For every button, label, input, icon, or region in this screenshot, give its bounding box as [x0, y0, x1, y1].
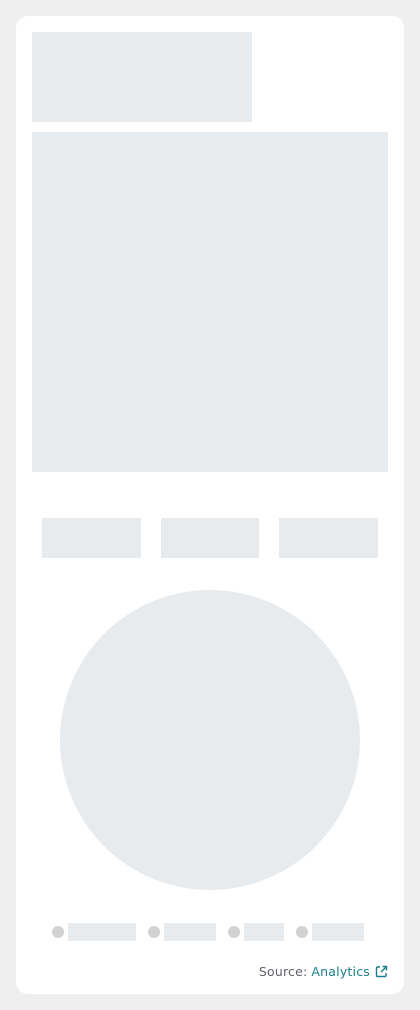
- legend-dot-skeleton: [296, 926, 308, 938]
- legend-dot-skeleton: [52, 926, 64, 938]
- source-attribution: Source: Analytics: [259, 962, 388, 980]
- legend-label-skeleton: [244, 923, 284, 941]
- source-link-text: Analytics: [311, 963, 370, 979]
- legend-dot-skeleton: [228, 926, 240, 938]
- stat-skeleton: [161, 518, 259, 558]
- stat-skeleton: [42, 518, 141, 558]
- loading-card: Source: Analytics: [16, 16, 404, 994]
- legend-dot-skeleton: [148, 926, 160, 938]
- external-link-icon: [375, 965, 388, 978]
- legend-label-skeleton: [312, 923, 364, 941]
- title-skeleton: [32, 32, 252, 122]
- legend-label-skeleton: [164, 923, 216, 941]
- source-link[interactable]: Analytics: [311, 964, 388, 979]
- pie-chart-skeleton: [60, 590, 360, 890]
- source-label: Source:: [258, 963, 308, 979]
- stat-skeleton: [279, 518, 378, 558]
- legend-label-skeleton: [68, 923, 136, 941]
- chart-skeleton: [32, 132, 388, 472]
